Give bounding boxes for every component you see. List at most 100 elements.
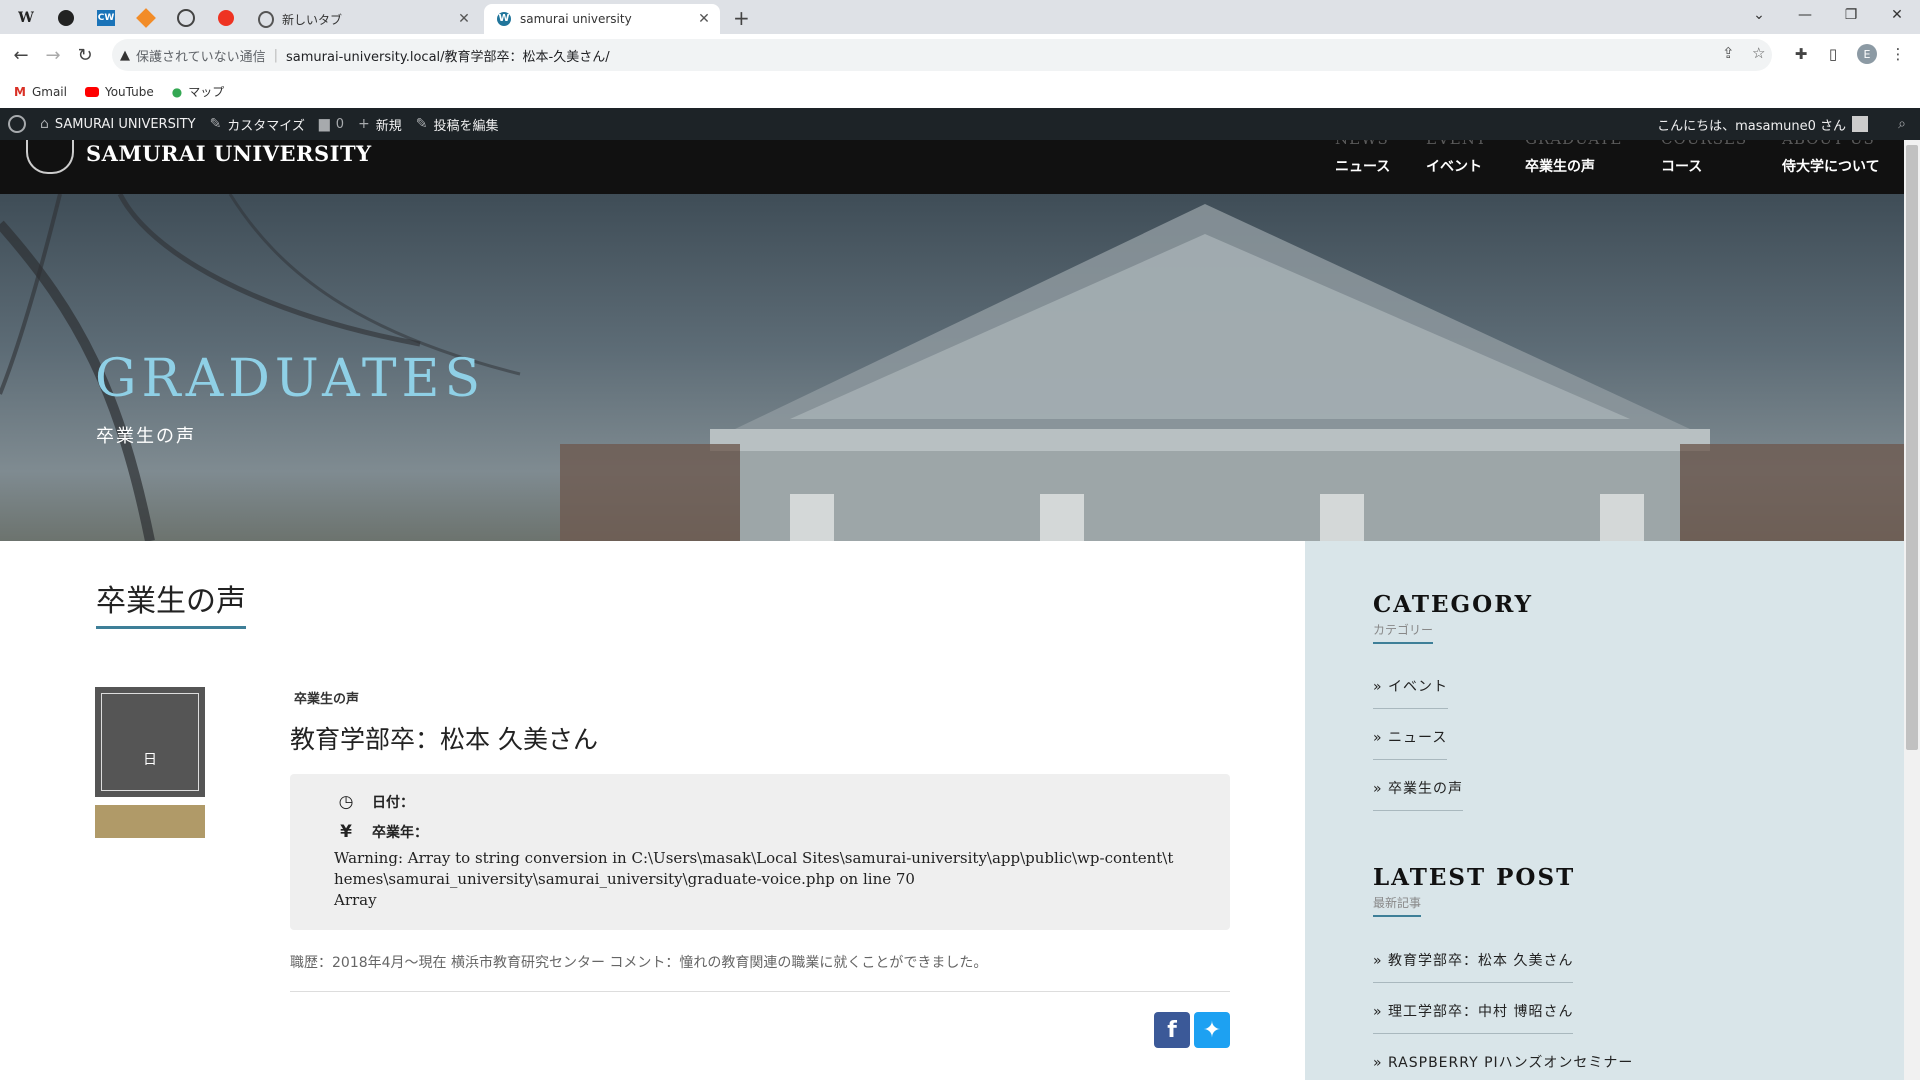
yen-icon: ¥ (340, 822, 352, 842)
latest-post-subheading: 最新記事 (1373, 894, 1422, 917)
wordpress-icon: W (497, 12, 511, 26)
wp-edit-post-label: 投稿を編集 (433, 118, 499, 134)
pinned-tab-wikipedia[interactable]: W (6, 4, 46, 32)
brush-icon: ✎ (209, 116, 222, 132)
address-bar[interactable]: ▲ 保護されていない通信 | samurai-university.local/… (112, 39, 1772, 71)
box-icon (136, 8, 156, 28)
bookmark-youtube[interactable]: YouTube (84, 84, 154, 99)
chevron-down-icon: ⌄ (1753, 7, 1765, 23)
date-label: 日付： (372, 795, 414, 811)
latest-post-item[interactable]: » 教育学部卒：松本 久美さん (1373, 950, 1574, 983)
wordpress-icon (8, 115, 26, 133)
star-icon[interactable]: ☆ (1752, 44, 1765, 62)
gmail-icon: M (14, 84, 26, 99)
restore-icon: ❐ (1844, 7, 1858, 23)
wp-admin-bar: ⌂ SAMURAI UNIVERSITY ✎ カスタマイズ ▆ 0 + 新規 ✎… (0, 108, 1920, 140)
nav-ja-label: 卒業生の声 (1525, 159, 1595, 175)
share-icon[interactable]: ⇪ (1722, 44, 1735, 62)
nav-ja-label: 侍大学について (1782, 159, 1880, 175)
plus-icon: + (357, 116, 370, 132)
category-subheading: カテゴリー (1373, 621, 1434, 644)
thumbnail-category-bar (95, 805, 205, 838)
career-comment: 職歴：2018年4月～現在 横浜市教育研究センター コメント：憧れの教育関連の職… (290, 955, 988, 971)
restore-button[interactable]: ❐ (1828, 0, 1874, 30)
twitter-share-button[interactable]: ✦ (1194, 1012, 1230, 1048)
bookmark-maps[interactable]: ● マップ (172, 83, 225, 100)
menu-button[interactable]: ⋮ (1886, 42, 1910, 66)
grad-year-label: 卒業年： (372, 825, 428, 841)
facebook-share-button[interactable]: f (1154, 1012, 1190, 1048)
reload-button[interactable]: ↻ (72, 42, 98, 68)
close-window-button[interactable]: ✕ (1874, 0, 1920, 30)
close-icon[interactable]: ✕ (454, 11, 474, 27)
new-tab-button[interactable]: + (733, 6, 750, 30)
forward-button[interactable]: → (40, 42, 66, 68)
pinned-tab-box[interactable] (126, 4, 166, 32)
hero-subtitle: 卒業生の声 (96, 426, 196, 447)
clock-icon: ◷ (338, 792, 354, 812)
post-title: 教育学部卒：松本 久美さん (290, 725, 598, 754)
latest-post-item[interactable]: » RASPBERRY PIハンズオンセミナー (1373, 1052, 1633, 1080)
bookmark-label: Gmail (31, 84, 67, 99)
puzzle-icon: ✚ (1794, 45, 1808, 63)
bookmark-gmail[interactable]: M Gmail (14, 85, 67, 99)
pinned-tab-cw[interactable]: CW (86, 4, 126, 32)
browser-toolbar: ← → ↻ ▲ 保護されていない通信 | samurai-university.… (0, 34, 1920, 75)
pinned-tab-github[interactable] (46, 4, 86, 32)
chrome-icon (258, 10, 274, 28)
site-logo[interactable]: SAMURAI UNIVERSITY (86, 141, 372, 166)
pinned-tab-red[interactable] (206, 4, 246, 32)
tab-search-button[interactable]: ⌄ (1736, 0, 1782, 30)
red-app-icon (218, 10, 234, 26)
sidebar: CATEGORY カテゴリー » イベント » ニュース » 卒業生の声 LAT… (1305, 541, 1904, 1080)
wp-comments[interactable]: ▆ 0 (319, 116, 344, 132)
wp-edit-post[interactable]: ✎ 投稿を編集 (416, 115, 499, 134)
search-icon[interactable]: ⌕ (1898, 116, 1906, 132)
array-text: Array (334, 891, 377, 909)
wp-account-menu[interactable]: こんにちは、masamune0 さん (1657, 108, 1868, 140)
wp-new[interactable]: + 新規 (358, 115, 402, 134)
php-warning-text: Warning: Array to string conversion in C… (334, 849, 1174, 888)
date-row: ◷ 日付： (334, 792, 414, 812)
latest-post-item[interactable]: » 理工学部卒：中村 博昭さん (1373, 1001, 1574, 1034)
minimize-button[interactable]: — (1782, 0, 1828, 30)
comment-icon: ▆ (318, 116, 330, 132)
profile-avatar[interactable]: E (1857, 44, 1877, 64)
sidebar-item-event[interactable]: » イベント (1373, 676, 1449, 709)
youtube-icon (84, 86, 99, 97)
post-thumbnail[interactable]: 日 (95, 687, 205, 797)
close-icon[interactable]: ✕ (694, 11, 714, 27)
wp-comments-count: 0 (335, 116, 344, 132)
reload-icon: ↻ (77, 44, 93, 66)
sidebar-item-graduate[interactable]: » 卒業生の声 (1373, 778, 1464, 811)
arrow-right-icon: → (45, 44, 61, 66)
wp-customize[interactable]: ✎ カスタマイズ (210, 115, 305, 134)
sidebar-item-news[interactable]: » ニュース (1373, 727, 1448, 760)
site-header: SAMURAI UNIVERSITY NEWS ニュース EVENT イベント … (0, 140, 1904, 194)
facebook-icon: f (1167, 1017, 1177, 1043)
back-button[interactable]: ← (8, 42, 34, 68)
avatar (1852, 116, 1868, 132)
nav-en-label: GRADUATE (1525, 140, 1622, 148)
side-panel-button[interactable]: ▯ (1821, 42, 1845, 66)
university-emblem-icon (26, 140, 74, 174)
warning-icon: ▲ (120, 47, 130, 63)
url-text: samurai-university.local/教育学部卒：松本-久美さん/ (286, 49, 610, 65)
tab-samurai-university[interactable]: W samurai university ✕ (484, 4, 720, 34)
tab-new-tab[interactable]: 新しいタブ ✕ (246, 4, 480, 34)
php-warning: Warning: Array to string conversion in C… (334, 848, 1174, 911)
scrollbar-thumb[interactable] (1906, 145, 1918, 750)
wp-logo-menu[interactable] (8, 115, 26, 133)
nav-ja-label: イベント (1426, 159, 1482, 175)
post-category[interactable]: 卒業生の声 (294, 688, 359, 707)
bookmark-label: YouTube (104, 84, 154, 99)
pinned-tab-globe[interactable] (166, 4, 206, 32)
wp-site-name[interactable]: ⌂ SAMURAI UNIVERSITY (40, 116, 196, 132)
globe-icon (177, 9, 195, 27)
twitter-icon: ✦ (1202, 1017, 1222, 1043)
nav-en-label: EVENT (1426, 140, 1487, 148)
tab-title: 新しいタブ (282, 12, 343, 27)
extensions-button[interactable]: ✚ (1789, 42, 1813, 66)
divider (290, 991, 1230, 992)
github-icon (58, 10, 74, 26)
